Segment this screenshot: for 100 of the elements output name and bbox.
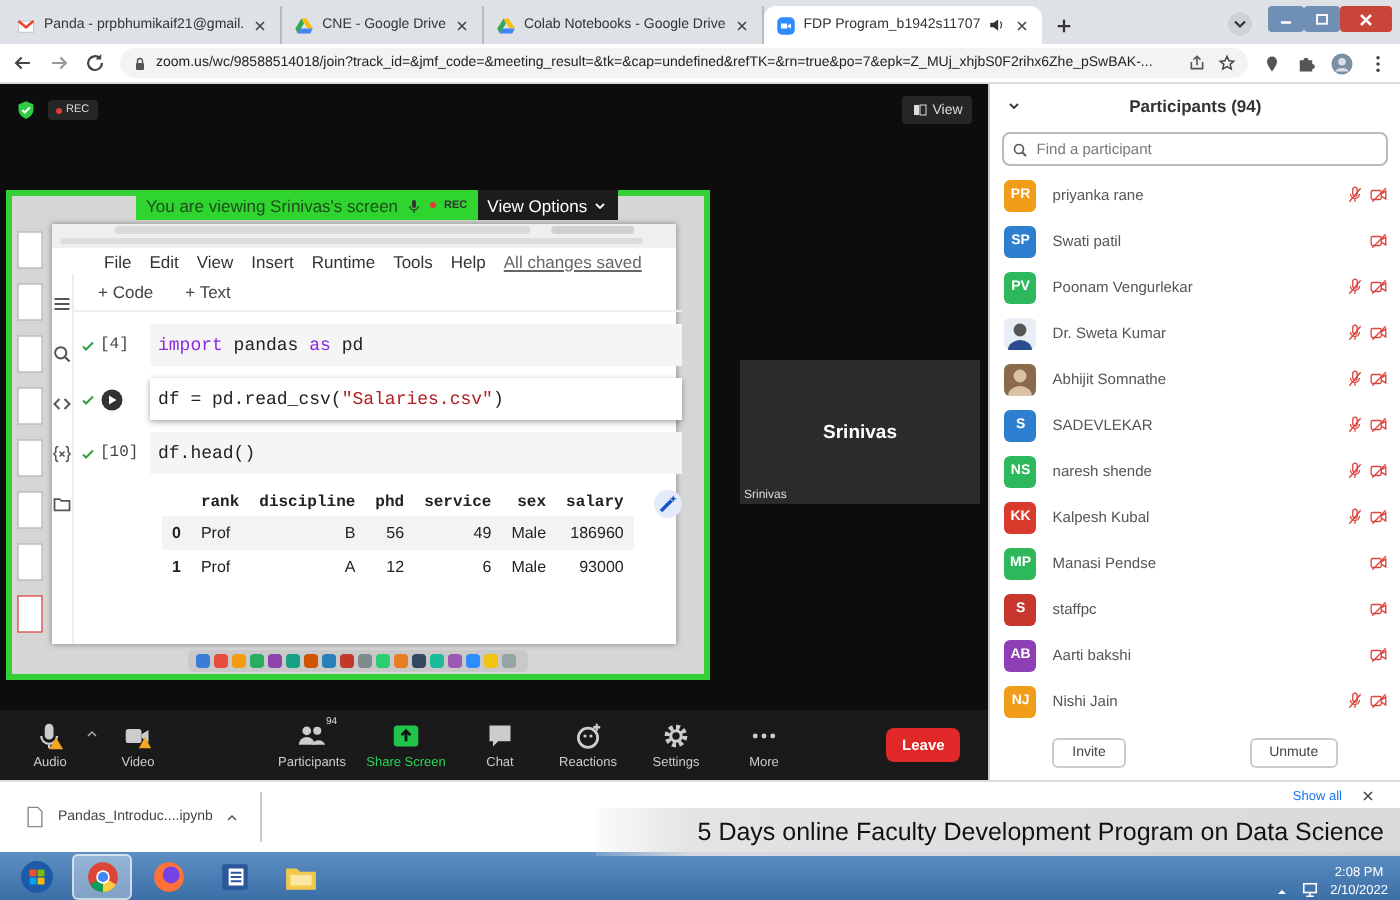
column-header: sex [501, 490, 557, 516]
menu-item[interactable]: Insert [251, 251, 294, 271]
table-cell: 56 [365, 516, 415, 550]
drive-triangle-icon [294, 15, 315, 35]
menu-item[interactable]: File [104, 251, 132, 271]
reload-icon[interactable] [84, 52, 106, 74]
video-off-icon[interactable] [1370, 278, 1388, 296]
dropdown-icon[interactable] [1228, 12, 1252, 36]
minimize-button[interactable] [1268, 6, 1304, 32]
menu-item[interactable]: View [196, 251, 234, 271]
column-header: discipline [249, 490, 366, 516]
banner-text: You are viewing Srinivas's screen [146, 195, 399, 215]
profile-icon[interactable] [1330, 51, 1354, 75]
video-off-icon[interactable] [1370, 462, 1388, 480]
panel-title: Participants (94) [1127, 96, 1264, 116]
muted-microphone-icon[interactable] [1346, 508, 1364, 526]
file-icon [24, 806, 46, 828]
table-cell: A [249, 550, 366, 584]
muted-microphone-icon[interactable] [1346, 416, 1364, 434]
muted-microphone-icon[interactable] [1346, 278, 1364, 296]
video-off-icon[interactable] [1370, 600, 1388, 618]
code-line: import pandas as pd [158, 335, 364, 355]
pin-icon[interactable] [1262, 53, 1282, 73]
video-off-icon[interactable] [1370, 692, 1388, 710]
forward-icon[interactable] [48, 52, 70, 74]
save-status[interactable]: All changes saved [503, 251, 642, 271]
menu-item[interactable]: Help [450, 251, 486, 271]
show-hidden-icons-icon[interactable] [1274, 884, 1291, 900]
variables-icon[interactable] [52, 444, 72, 464]
close-icon[interactable] [252, 17, 269, 33]
lock-icon [132, 55, 148, 71]
folder-icon[interactable] [52, 494, 72, 514]
run-button-icon[interactable] [100, 387, 124, 411]
close-icon[interactable] [1360, 788, 1376, 804]
avatar-icon [1004, 317, 1037, 349]
avatar-icon [1004, 363, 1037, 395]
muted-microphone-icon[interactable] [1346, 462, 1364, 480]
video-off-icon[interactable] [1370, 416, 1388, 434]
table-of-contents-icon[interactable] [52, 294, 72, 314]
document-icon[interactable] [217, 860, 251, 894]
maximize-button[interactable] [1304, 6, 1340, 32]
menu-item[interactable]: Runtime [311, 251, 376, 271]
video-off-icon[interactable] [1370, 186, 1388, 204]
table-cell: 93000 [556, 550, 634, 584]
caret-icon[interactable] [224, 809, 241, 825]
code-cell[interactable]: df.head() [150, 432, 682, 474]
muted-microphone-icon[interactable] [1346, 370, 1364, 388]
table-cell: Male [501, 516, 557, 550]
video-off-icon[interactable] [1370, 370, 1388, 388]
share-icon[interactable] [1188, 54, 1206, 72]
close-icon[interactable] [733, 17, 750, 33]
taskbar-button[interactable] [72, 854, 132, 900]
video-off-icon[interactable] [1370, 232, 1388, 250]
code-cell[interactable]: import pandas as pd [150, 324, 682, 366]
table-cell: 186960 [556, 516, 634, 550]
maximize-icon[interactable] [1312, 9, 1332, 29]
code-cell[interactable]: df = pd.read_csv("Salaries.csv") [150, 378, 682, 420]
browser-icon[interactable] [85, 860, 119, 894]
table-cell: Male [501, 550, 557, 584]
column-header: salary [556, 490, 634, 516]
video-off-icon[interactable] [1370, 508, 1388, 526]
magic-wand-icon[interactable] [653, 490, 682, 518]
security-shield-icon[interactable] [16, 100, 36, 120]
table-cell: 6 [414, 550, 502, 584]
view-options-button[interactable]: View Options [477, 190, 618, 220]
table-cell: Prof [190, 550, 250, 584]
table-cell: B [249, 516, 366, 550]
menu-item[interactable]: Tools [393, 251, 433, 271]
video-off-icon[interactable] [1370, 324, 1388, 342]
star-icon[interactable] [1218, 54, 1236, 72]
close-icon[interactable] [453, 17, 470, 33]
row-index: 0 [162, 516, 191, 550]
people-icon [298, 721, 326, 749]
mail-icon [16, 15, 36, 35]
video-off-icon[interactable] [1370, 554, 1388, 572]
menu-item[interactable]: Edit [149, 251, 179, 271]
network-icon[interactable] [1300, 880, 1321, 900]
code-icon[interactable] [52, 394, 72, 414]
speaker-icon[interactable] [988, 16, 1007, 34]
close-button[interactable] [1340, 6, 1392, 32]
row-index: 1 [162, 550, 191, 584]
back-icon[interactable] [12, 52, 34, 74]
smiley-icon [574, 721, 602, 749]
microphone-icon [406, 197, 423, 213]
video-off-icon[interactable] [1370, 646, 1388, 664]
collapse-icon[interactable] [1006, 98, 1023, 114]
close-icon[interactable] [1014, 17, 1031, 33]
new-tab-icon[interactable] [1054, 16, 1075, 36]
column-header: phd [365, 490, 415, 516]
windows-logo-icon[interactable] [19, 860, 53, 894]
caret-icon[interactable] [84, 725, 100, 741]
settings-icon [662, 721, 690, 749]
camera-icon [775, 15, 796, 35]
add-code-button[interactable]: + Code [94, 280, 158, 304]
muted-microphone-icon[interactable] [1346, 186, 1364, 204]
puzzle-icon[interactable] [1296, 53, 1316, 73]
search-icon[interactable] [52, 344, 72, 364]
muted-microphone-icon[interactable] [1346, 324, 1364, 342]
add-text-button[interactable]: + Text [181, 280, 235, 304]
muted-microphone-icon[interactable] [1346, 692, 1364, 710]
